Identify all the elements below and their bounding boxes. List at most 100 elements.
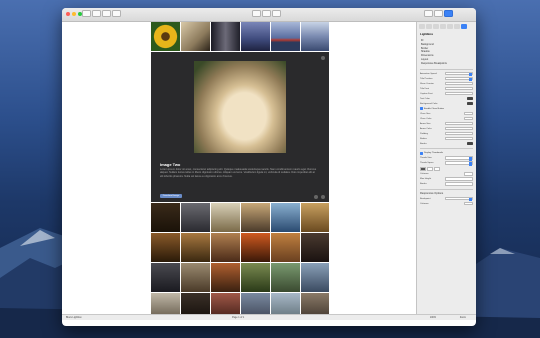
preview-button[interactable] — [82, 10, 91, 17]
align-left-button[interactable] — [420, 166, 426, 171]
toolbar-right-button-1[interactable] — [424, 10, 433, 17]
tile-portrait[interactable] — [211, 22, 240, 51]
close-size-field[interactable] — [464, 111, 473, 116]
inspector-list: ID Background Border Shadow Dimensions L… — [417, 38, 476, 67]
inspector-toggle-button[interactable] — [444, 10, 453, 17]
checkbox-icon — [420, 151, 423, 155]
zoom-label[interactable]: Zoom — [460, 316, 466, 319]
caption-font-field[interactable] — [445, 91, 473, 96]
pages-button[interactable] — [92, 10, 101, 17]
toolbar-right — [424, 10, 453, 17]
inspector-tab-1[interactable] — [419, 24, 425, 29]
row-label: Title Font — [420, 87, 430, 90]
inspector-tab-5[interactable] — [447, 24, 453, 29]
tile-dark-sky[interactable] — [301, 233, 329, 262]
tile-lake[interactable] — [301, 22, 329, 51]
inspector-title: LightBox — [420, 32, 433, 36]
undo-button[interactable] — [252, 10, 261, 17]
title-font-field[interactable] — [445, 86, 473, 91]
row-label: Caption Font — [420, 92, 433, 95]
zoom-value[interactable]: 100% — [430, 316, 436, 319]
tile-pier[interactable] — [181, 263, 210, 292]
page-canvas: Image Two Lorem ipsum dolor sit amet, co… — [151, 22, 329, 320]
tile-tree-field[interactable] — [241, 263, 270, 292]
responsive-columns-field[interactable] — [464, 201, 473, 206]
lightbox-image — [194, 61, 286, 153]
editor-area: Image Two Lorem ipsum dolor sit amet, co… — [62, 22, 476, 320]
minimize-window-button[interactable] — [72, 12, 76, 16]
tile-rusty-car[interactable] — [151, 233, 180, 262]
padding-field[interactable] — [445, 131, 473, 136]
breakpoint-select[interactable] — [445, 196, 473, 202]
close-icon[interactable] — [321, 56, 325, 60]
tile-cars-night[interactable] — [181, 203, 210, 232]
inspector-row: Border — [417, 182, 476, 187]
inspector-tab-2[interactable] — [426, 24, 432, 29]
row-label: Max Height — [420, 178, 432, 181]
tile-grass-field[interactable] — [301, 203, 329, 232]
inspector-list-item[interactable]: Responsive Breakpoints — [421, 62, 472, 66]
checkbox-icon — [420, 107, 423, 111]
tile-dog[interactable] — [181, 22, 210, 51]
tile-dusk-boat[interactable] — [241, 22, 270, 51]
thumb-border-field[interactable] — [445, 182, 473, 186]
preview-toggle-button[interactable] — [272, 10, 281, 17]
align-center-button[interactable] — [427, 166, 433, 171]
row-label: Border — [420, 183, 427, 186]
inspector-row: Columns — [417, 201, 476, 206]
download-button[interactable]: Download Image — [160, 194, 182, 198]
inspector-tab-6[interactable] — [454, 24, 460, 29]
radius-field[interactable] — [445, 136, 473, 141]
title-position-select[interactable] — [445, 76, 473, 82]
toolbar-center — [252, 10, 281, 17]
row-label: Arrow Color — [420, 127, 432, 130]
tile-country-road[interactable] — [271, 263, 300, 292]
tile-old-car[interactable] — [151, 263, 180, 292]
close-window-button[interactable] — [66, 12, 70, 16]
align-right-button[interactable] — [434, 166, 440, 171]
tile-arena[interactable] — [271, 233, 300, 262]
tile-sunflower[interactable] — [151, 22, 180, 51]
max-height-field[interactable] — [445, 177, 473, 181]
inspector-tab-active[interactable] — [461, 24, 467, 29]
tile-stage-crowd[interactable] — [211, 233, 240, 262]
columns-field[interactable] — [464, 172, 473, 176]
tile-sunset-boat[interactable] — [211, 263, 240, 292]
row-label: Close Color — [420, 117, 432, 120]
inspector-tab-4[interactable] — [440, 24, 446, 29]
inspector-tab-3[interactable] — [433, 24, 439, 29]
row-label: Show Counter — [420, 82, 434, 85]
tile-coast-water[interactable] — [271, 203, 300, 232]
prev-arrow-icon[interactable] — [314, 195, 318, 199]
row-label: Thumb Space — [420, 162, 434, 165]
thumb-space-select[interactable] — [445, 161, 473, 167]
arrow-size-field[interactable] — [445, 121, 473, 126]
status-bar: Blocs Lightbox Page 1 of 1 100% Zoom — [62, 314, 476, 320]
tile-harbor[interactable] — [301, 263, 329, 292]
next-arrow-icon[interactable] — [321, 195, 325, 199]
divider — [420, 68, 473, 70]
row-label: Breakpoint — [420, 197, 431, 200]
border-swatch[interactable] — [467, 141, 473, 146]
row-label: Background Color — [420, 102, 438, 105]
tile-boat-lake[interactable] — [271, 22, 300, 51]
sections-button[interactable] — [102, 10, 111, 17]
tile-dark-vehicle[interactable] — [151, 203, 180, 232]
background-color-swatch[interactable] — [467, 101, 473, 106]
arrow-color-field[interactable] — [445, 126, 473, 131]
redo-button[interactable] — [262, 10, 271, 17]
row-label: Animation Speed — [420, 72, 437, 75]
tile-sunset-field[interactable] — [241, 203, 270, 232]
close-color-field[interactable] — [464, 116, 473, 121]
tile-tv-room[interactable] — [181, 233, 210, 262]
show-counter-field[interactable] — [445, 81, 473, 86]
row-label: Columns — [420, 173, 429, 176]
tile-sunset-street[interactable] — [241, 233, 270, 262]
layout-button[interactable] — [112, 10, 121, 17]
text-color-swatch[interactable] — [467, 96, 473, 101]
row-label: Thumb Size — [420, 157, 432, 160]
tile-cathedral[interactable] — [211, 203, 240, 232]
thumb-size-select[interactable] — [445, 156, 473, 162]
toolbar-right-button-2[interactable] — [434, 10, 443, 17]
animation-speed-select[interactable] — [445, 71, 473, 77]
